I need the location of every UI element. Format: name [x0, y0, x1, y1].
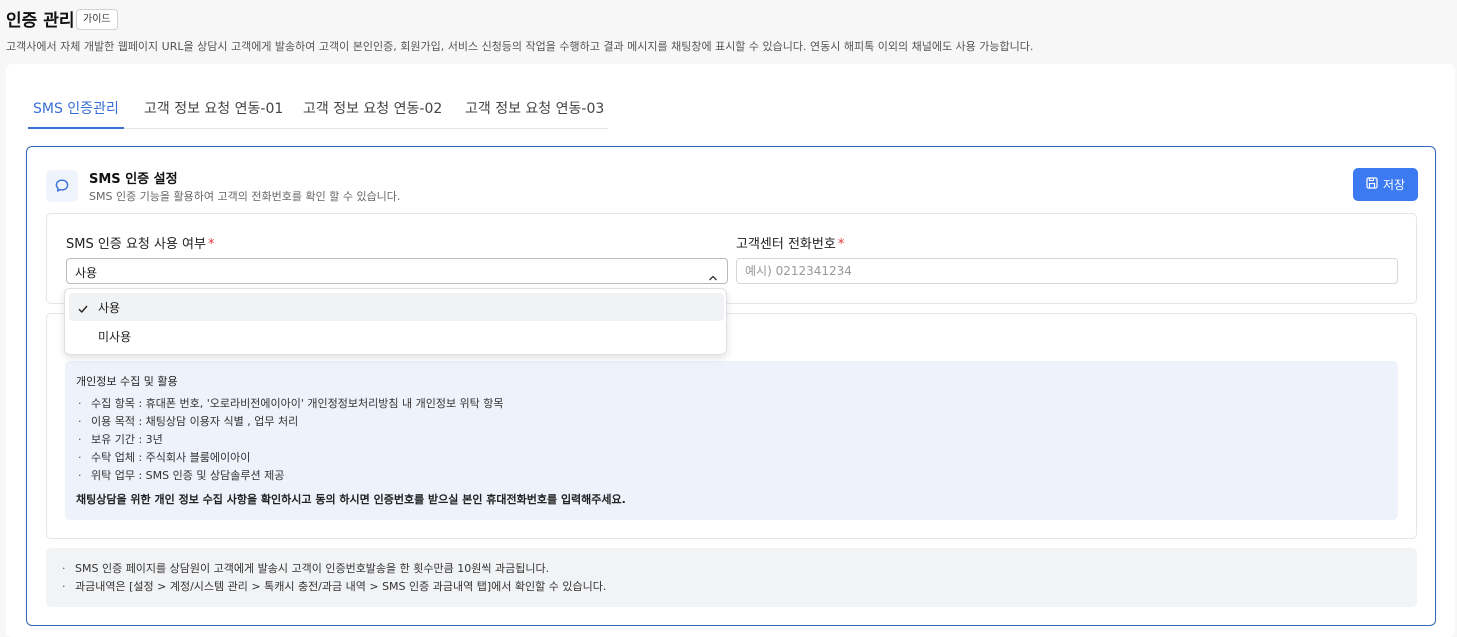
required-mark: * [207, 237, 215, 252]
privacy-info-box: 개인정보 수집 및 활용 수집 항목 : 휴대폰 번호, '오로라비전에이아이'… [65, 361, 1398, 520]
page-description: 고객사에서 자체 개발한 웹페이지 URL을 상담시 고객에게 발송하여 고객이… [6, 40, 1034, 53]
privacy-info-list: 수집 항목 : 휴대폰 번호, '오로라비전에이아이' 개인정정보처리방침 내 … [78, 395, 504, 485]
usage-dropdown-menu: 사용 미사용 [64, 288, 727, 355]
required-mark: * [837, 237, 845, 252]
usage-field-label: SMS 인증 요청 사용 여부 * [66, 233, 214, 252]
usage-label-text: SMS 인증 요청 사용 여부 [66, 237, 206, 252]
list-item: 과금내역은 [설정 > 계정/시스템 관리 > 톡캐시 충전/과금 내역 > S… [62, 578, 606, 596]
list-item: 수탁 업체 : 주식회사 블룸에이아이 [78, 449, 504, 467]
save-icon [1366, 177, 1378, 192]
list-item: 수집 항목 : 휴대폰 번호, '오로라비전에이아이' 개인정정보처리방침 내 … [78, 395, 504, 413]
sms-settings-panel: SMS 인증 설정 SMS 인증 기능을 활용하여 고객의 전화번호를 확인 할… [26, 146, 1436, 626]
tab-bar: SMS 인증관리 고객 정보 요청 연동-01 고객 정보 요청 연동-02 고… [28, 90, 608, 129]
section-description: SMS 인증 기능을 활용하여 고객의 전화번호를 확인 할 수 있습니다. [89, 190, 401, 203]
chevron-up-icon [708, 267, 718, 286]
chat-bubble-icon [46, 170, 78, 202]
guide-button[interactable]: 가이드 [76, 9, 118, 30]
privacy-info-title: 개인정보 수집 및 활용 [76, 375, 178, 388]
list-item: 위탁 업무 : SMS 인증 및 상담솔루션 제공 [78, 467, 504, 485]
phone-field-label: 고객센터 전화번호 * [736, 233, 844, 252]
save-button-label: 저장 [1382, 178, 1406, 192]
phone-input[interactable] [736, 258, 1398, 284]
billing-notes: SMS 인증 페이지를 상담원이 고객에게 발송시 고객이 인증번호발송을 한 … [46, 548, 1417, 607]
list-item: 보유 기간 : 3년 [78, 431, 504, 449]
list-item: SMS 인증 페이지를 상담원이 고객에게 발송시 고객이 인증번호발송을 한 … [62, 560, 606, 578]
check-icon [77, 300, 89, 319]
usage-select-value: 사용 [75, 266, 98, 280]
list-item: 이용 목적 : 채팅상담 이용자 식별 , 업무 처리 [78, 413, 504, 431]
dropdown-option-label: 사용 [98, 301, 121, 315]
usage-select[interactable]: 사용 [66, 258, 728, 284]
dropdown-option-unused[interactable]: 미사용 [69, 322, 724, 350]
phone-label-text: 고객센터 전화번호 [736, 237, 836, 252]
page-title: 인증 관리 [6, 11, 75, 31]
tab-customer-info-03[interactable]: 고객 정보 요청 연동-03 [465, 98, 604, 128]
save-button[interactable]: 저장 [1353, 168, 1418, 201]
dropdown-option-use[interactable]: 사용 [69, 293, 724, 321]
dropdown-option-label: 미사용 [98, 330, 132, 344]
tab-customer-info-02[interactable]: 고객 정보 요청 연동-02 [303, 98, 442, 128]
billing-note-list: SMS 인증 페이지를 상담원이 고객에게 발송시 고객이 인증번호발송을 한 … [62, 560, 606, 596]
section-title: SMS 인증 설정 [89, 172, 178, 187]
tab-customer-info-01[interactable]: 고객 정보 요청 연동-01 [144, 98, 283, 128]
tab-sms-auth[interactable]: SMS 인증관리 [28, 98, 124, 129]
consent-footer: 채팅상담을 위한 개인 정보 수집 사항을 확인하시고 동의 하시면 인증번호를… [76, 493, 626, 506]
